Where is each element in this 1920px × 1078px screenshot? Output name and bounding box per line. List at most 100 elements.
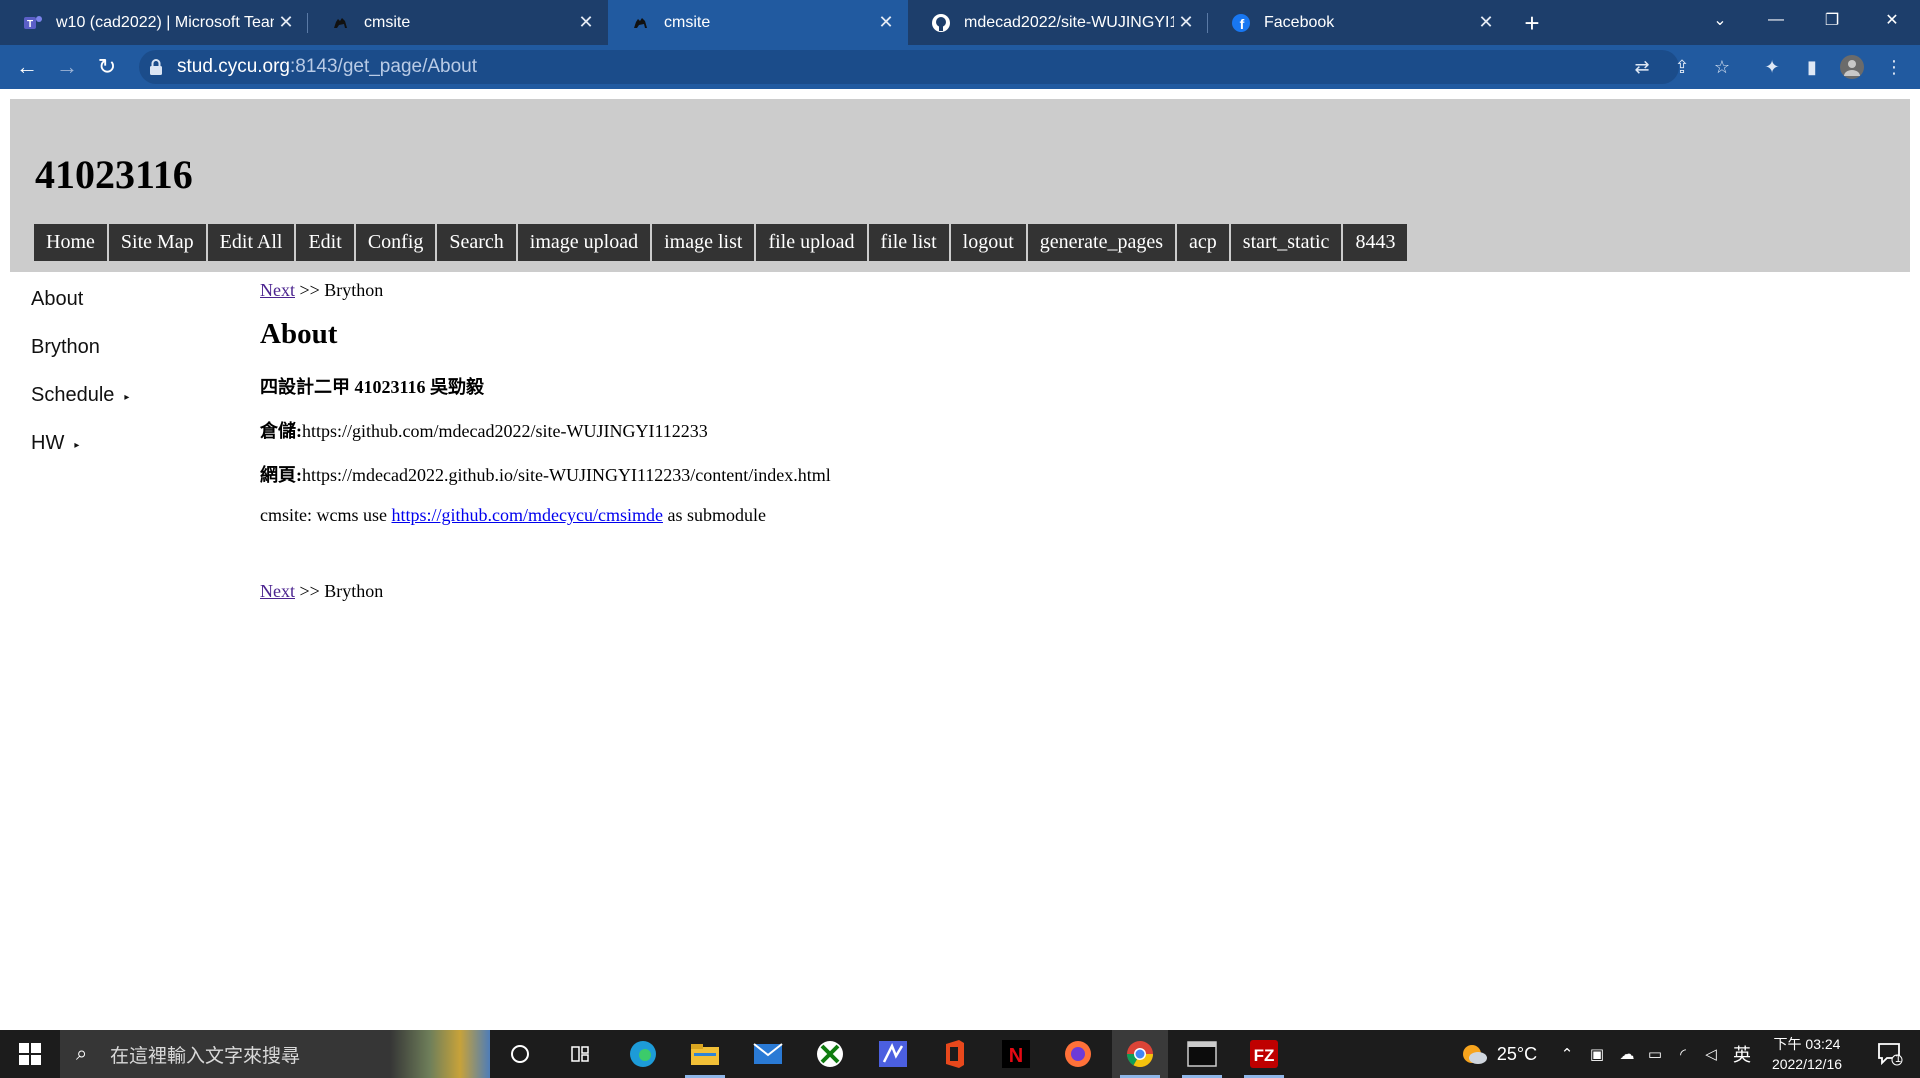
page-nav-bottom: Next >> Brython <box>260 581 384 601</box>
tab-title: cmsite <box>364 13 411 31</box>
file-explorer-icon[interactable] <box>677 1030 733 1078</box>
menu-edit[interactable]: Edit <box>296 224 356 261</box>
tab-cmsite-1[interactable]: cmsite ✕ <box>308 0 608 45</box>
camel-icon <box>330 12 352 34</box>
search-icon: ⌕ <box>76 1043 88 1065</box>
taskbar-search[interactable]: ⌕ 在這裡輸入文字來搜尋 <box>60 1030 490 1078</box>
close-window-icon[interactable]: ✕ <box>1864 0 1920 40</box>
menu-acp[interactable]: acp <box>1177 224 1231 261</box>
profile-avatar[interactable] <box>1838 53 1866 81</box>
close-tab-icon[interactable]: ✕ <box>574 11 598 35</box>
sidebar-item-hw[interactable]: HW ▸ <box>31 431 129 455</box>
cortana-icon[interactable] <box>492 1030 548 1078</box>
tab-cmsite-active[interactable]: cmsite ✕ <box>608 0 908 45</box>
tab-teams[interactable]: T w10 (cad2022) | Microsoft Teams ✕ <box>0 0 308 45</box>
svg-text:N: N <box>1009 1045 1023 1067</box>
menu-file-upload[interactable]: file upload <box>756 224 869 261</box>
tab-facebook[interactable]: f Facebook ✕ <box>1208 0 1508 45</box>
math-app-icon[interactable] <box>865 1030 921 1078</box>
submenu-arrow-icon: ▸ <box>124 391 130 403</box>
top-menu: Home Site Map Edit All Edit Config Searc… <box>34 224 1408 261</box>
browser-menu-icon[interactable]: ⋮ <box>1880 53 1908 81</box>
menu-start-static[interactable]: start_static <box>1230 224 1344 261</box>
volume-icon[interactable]: ◁ <box>1698 1030 1724 1078</box>
meet-now-icon[interactable]: ▣ <box>1584 1030 1610 1078</box>
menu-search[interactable]: Search <box>437 224 518 261</box>
web-line: 網頁:https://mdecad2022.github.io/site-WUJ… <box>260 465 831 485</box>
new-tab-button[interactable]: + <box>1516 7 1548 39</box>
site-title: 41023116 <box>35 152 193 197</box>
sidebar-item-schedule[interactable]: Schedule ▸ <box>31 383 129 407</box>
battery-icon[interactable]: ▭ <box>1642 1030 1668 1078</box>
wifi-icon[interactable]: ◜ <box>1670 1030 1696 1078</box>
close-tab-icon[interactable]: ✕ <box>1174 11 1198 35</box>
cmsimde-link[interactable]: https://github.com/mdecycu/cmsimde <box>391 505 662 525</box>
camel-icon <box>630 12 652 34</box>
tab-search-chevron-icon[interactable]: ⌄ <box>1692 0 1748 40</box>
menu-8443[interactable]: 8443 <box>1343 224 1408 261</box>
extensions-icon[interactable]: ✦ <box>1758 53 1786 81</box>
menu-site-map[interactable]: Site Map <box>108 224 208 261</box>
reload-icon[interactable]: ↻ <box>91 51 123 83</box>
menu-home[interactable]: Home <box>34 224 109 261</box>
sidebar-item-about[interactable]: About <box>31 287 129 311</box>
sidebar: About Brython Schedule ▸ HW ▸ <box>31 287 129 479</box>
student-info: 四設計二甲 41023116 吳勁毅 <box>260 377 485 397</box>
repo-line: 倉儲:https://github.com/mdecad2022/site-WU… <box>260 421 708 441</box>
minimize-icon[interactable]: — <box>1748 0 1804 40</box>
menu-edit-all[interactable]: Edit All <box>207 224 297 261</box>
tab-title: cmsite <box>664 13 711 31</box>
mail-icon[interactable] <box>740 1030 796 1078</box>
side-panel-icon[interactable]: ▮ <box>1798 53 1826 81</box>
filezilla-icon[interactable]: FZ <box>1236 1030 1292 1078</box>
chrome-icon[interactable] <box>1112 1030 1168 1078</box>
office-icon[interactable] <box>927 1030 983 1078</box>
page-nav-top: Next >> Brython <box>260 280 384 300</box>
url-text: stud.cycu.org:8143/get_page/About <box>177 56 478 77</box>
next-link[interactable]: Next <box>260 581 295 601</box>
address-bar[interactable]: stud.cycu.org:8143/get_page/About <box>139 50 1679 84</box>
menu-image-list[interactable]: image list <box>652 224 757 261</box>
clock-time: 下午 03:24 <box>1773 1036 1841 1052</box>
facebook-icon: f <box>1230 12 1252 34</box>
netflix-icon[interactable]: N <box>988 1030 1044 1078</box>
menu-generate-pages[interactable]: generate_pages <box>1027 224 1178 261</box>
weather-icon[interactable] <box>1456 1030 1492 1078</box>
restore-icon[interactable]: ❐ <box>1804 0 1860 40</box>
translate-icon[interactable]: ⇄ <box>1628 53 1656 81</box>
main-content: Next >> Brython About 四設計二甲 41023116 吳勁毅… <box>260 280 831 602</box>
input-method-indicator[interactable]: 英 <box>1728 1030 1756 1078</box>
forward-icon[interactable]: → <box>51 51 83 83</box>
next-link[interactable]: Next <box>260 280 295 300</box>
xbox-icon[interactable] <box>802 1030 858 1078</box>
browser-toolbar: ← → ↻ stud.cycu.org:8143/get_page/About … <box>0 45 1920 89</box>
menu-config[interactable]: Config <box>355 224 438 261</box>
sidebar-item-brython[interactable]: Brython <box>31 335 129 359</box>
share-icon[interactable]: ⇪ <box>1668 53 1696 81</box>
close-tab-icon[interactable]: ✕ <box>1474 11 1498 35</box>
firefox-icon[interactable] <box>1050 1030 1106 1078</box>
edge-icon[interactable] <box>615 1030 671 1078</box>
weather-temp[interactable]: 25°C <box>1494 1030 1540 1078</box>
tab-title: mdecad2022/site-WUJINGYI112233 <box>964 13 1174 31</box>
close-tab-icon[interactable]: ✕ <box>874 11 898 35</box>
tab-github[interactable]: mdecad2022/site-WUJINGYI112233 ✕ <box>908 0 1208 45</box>
github-icon <box>930 12 952 34</box>
svg-text:f: f <box>1240 16 1245 32</box>
windows-taskbar: ⌕ 在這裡輸入文字來搜尋 N FZ 25°C ⌃ ▣ ☁ ▭ ◜ ◁ 英 下午 … <box>0 1030 1920 1078</box>
menu-image-upload[interactable]: image upload <box>517 224 653 261</box>
onedrive-icon[interactable]: ☁ <box>1614 1030 1640 1078</box>
chevron-up-icon[interactable]: ⌃ <box>1554 1030 1580 1078</box>
taskbar-clock[interactable]: 下午 03:24 2022/12/16 <box>1762 1034 1852 1074</box>
task-view-icon[interactable] <box>552 1030 608 1078</box>
teams-icon: T <box>22 12 44 34</box>
menu-file-list[interactable]: file list <box>868 224 951 261</box>
close-tab-icon[interactable]: ✕ <box>274 11 298 35</box>
lock-icon[interactable] <box>149 59 163 75</box>
back-icon[interactable]: ← <box>11 51 43 83</box>
terminal-icon[interactable] <box>1174 1030 1230 1078</box>
windows-start-icon[interactable] <box>0 1030 60 1078</box>
menu-logout[interactable]: logout <box>950 224 1028 261</box>
notification-icon[interactable]: 1 <box>1866 1030 1914 1078</box>
bookmark-star-icon[interactable]: ☆ <box>1708 53 1736 81</box>
